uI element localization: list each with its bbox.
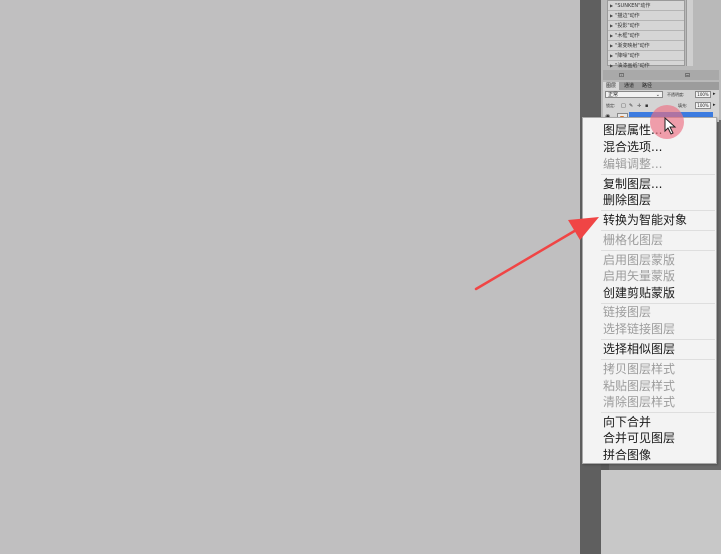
expand-triangle-icon[interactable]: ▶ (610, 33, 613, 38)
expand-triangle-icon[interactable]: ▶ (610, 43, 613, 48)
mouse-pointer-icon (664, 117, 677, 135)
layers-options-bar: 正常 ⌄ 不透明度: 100% ▸ (603, 90, 719, 100)
chevron-down-icon: ⌄ (655, 92, 660, 98)
opacity-field[interactable]: 100% (695, 91, 711, 98)
lock-move-icon[interactable]: ✛ (637, 103, 641, 109)
menu-item-edit-adjustment[interactable]: 编辑调整... (603, 156, 662, 173)
menu-item-enable-vector-mask[interactable]: 启用矢量蒙版 (603, 268, 675, 285)
expand-triangle-icon[interactable]: ▶ (610, 53, 613, 58)
delete-action-icon[interactable]: ⊟ (685, 72, 690, 79)
menu-item-merge-down[interactable]: 向下合并 (603, 414, 651, 431)
menu-separator (601, 230, 715, 231)
action-item[interactable]: ▶ "降噪"动作 (608, 51, 684, 61)
expand-triangle-icon[interactable]: ▶ (610, 23, 613, 28)
menu-item-blending-options[interactable]: 混合选项... (603, 139, 662, 156)
menu-item-paste-layer-style[interactable]: 粘贴图层样式 (603, 378, 675, 395)
new-action-icon[interactable]: ⊡ (619, 72, 624, 79)
menu-item-select-linked-layers[interactable]: 选择链接图层 (603, 321, 675, 338)
menu-item-select-similar-layers[interactable]: 选择相似图层 (603, 341, 675, 358)
menu-item-enable-layer-mask[interactable]: 启用图层蒙版 (603, 252, 675, 269)
opacity-arrow-icon[interactable]: ▸ (713, 91, 716, 97)
action-item[interactable]: ▶ "投影"动作 (608, 21, 684, 31)
actions-scrollbar[interactable] (686, 0, 693, 66)
layers-panel-tabs: 图层 通道 路径 (603, 82, 719, 90)
menu-separator (601, 339, 715, 340)
lock-transparency-icon[interactable]: □ (621, 103, 626, 109)
layer-context-menu: 图层属性... 混合选项... 编辑调整... 复制图层... 删除图层 转换为… (582, 117, 717, 464)
menu-item-duplicate-layer[interactable]: 复制图层... (603, 176, 662, 193)
menu-item-copy-layer-style[interactable]: 拷贝图层样式 (603, 361, 675, 378)
menu-separator (601, 359, 715, 360)
menu-item-link-layers[interactable]: 链接图层 (603, 304, 651, 321)
tab-channels[interactable]: 通道 (621, 82, 637, 90)
opacity-label: 不透明度: (667, 92, 685, 97)
menu-separator (601, 250, 715, 251)
document-canvas[interactable] (0, 0, 580, 554)
lock-label: 锁定: (606, 103, 616, 108)
menu-separator (601, 412, 715, 413)
menu-item-merge-visible[interactable]: 合并可见图层 (603, 430, 675, 447)
menu-item-convert-to-smart-object[interactable]: 转换为智能对象 (603, 212, 687, 229)
expand-triangle-icon[interactable]: ▶ (610, 13, 613, 18)
expand-triangle-icon[interactable]: ▶ (610, 3, 613, 8)
actions-footer: ⊡ ⊟ (603, 70, 719, 80)
fill-arrow-icon[interactable]: ▸ (713, 102, 716, 108)
action-item[interactable]: ▶ "木框"动作 (608, 31, 684, 41)
fill-label: 填充: (678, 103, 688, 108)
menu-item-flatten-image[interactable]: 拼合图像 (603, 447, 651, 464)
menu-separator (601, 174, 715, 175)
lock-all-icon[interactable]: ▪ (645, 103, 648, 109)
tab-layers[interactable]: 图层 (603, 82, 620, 90)
fill-field[interactable]: 100% (695, 102, 711, 109)
action-item[interactable]: ▶ "SUNKEN"动作 (608, 1, 684, 11)
expand-triangle-icon[interactable]: ▶ (610, 63, 613, 68)
menu-item-delete-layer[interactable]: 删除图层 (603, 192, 651, 209)
action-item[interactable]: ▶ "渐变映射"动作 (608, 41, 684, 51)
layers-empty-area (601, 470, 721, 554)
menu-item-rasterize-layer[interactable]: 栅格化图层 (603, 232, 663, 249)
blend-mode-select[interactable]: 正常 ⌄ (605, 91, 663, 98)
menu-separator (601, 210, 715, 211)
lock-paint-icon[interactable]: ✎ (629, 103, 633, 109)
tab-paths[interactable]: 路径 (639, 82, 655, 90)
menu-item-clear-layer-style[interactable]: 清除图层样式 (603, 394, 675, 411)
action-item[interactable]: ▶ "描边"动作 (608, 11, 684, 21)
menu-item-create-clipping-mask[interactable]: 创建剪贴蒙版 (603, 285, 675, 302)
actions-list: ▶ "SUNKEN"动作 ▶ "描边"动作 ▶ "投影"动作 ▶ "木框"动作 ▶ "渐变… (607, 0, 685, 71)
